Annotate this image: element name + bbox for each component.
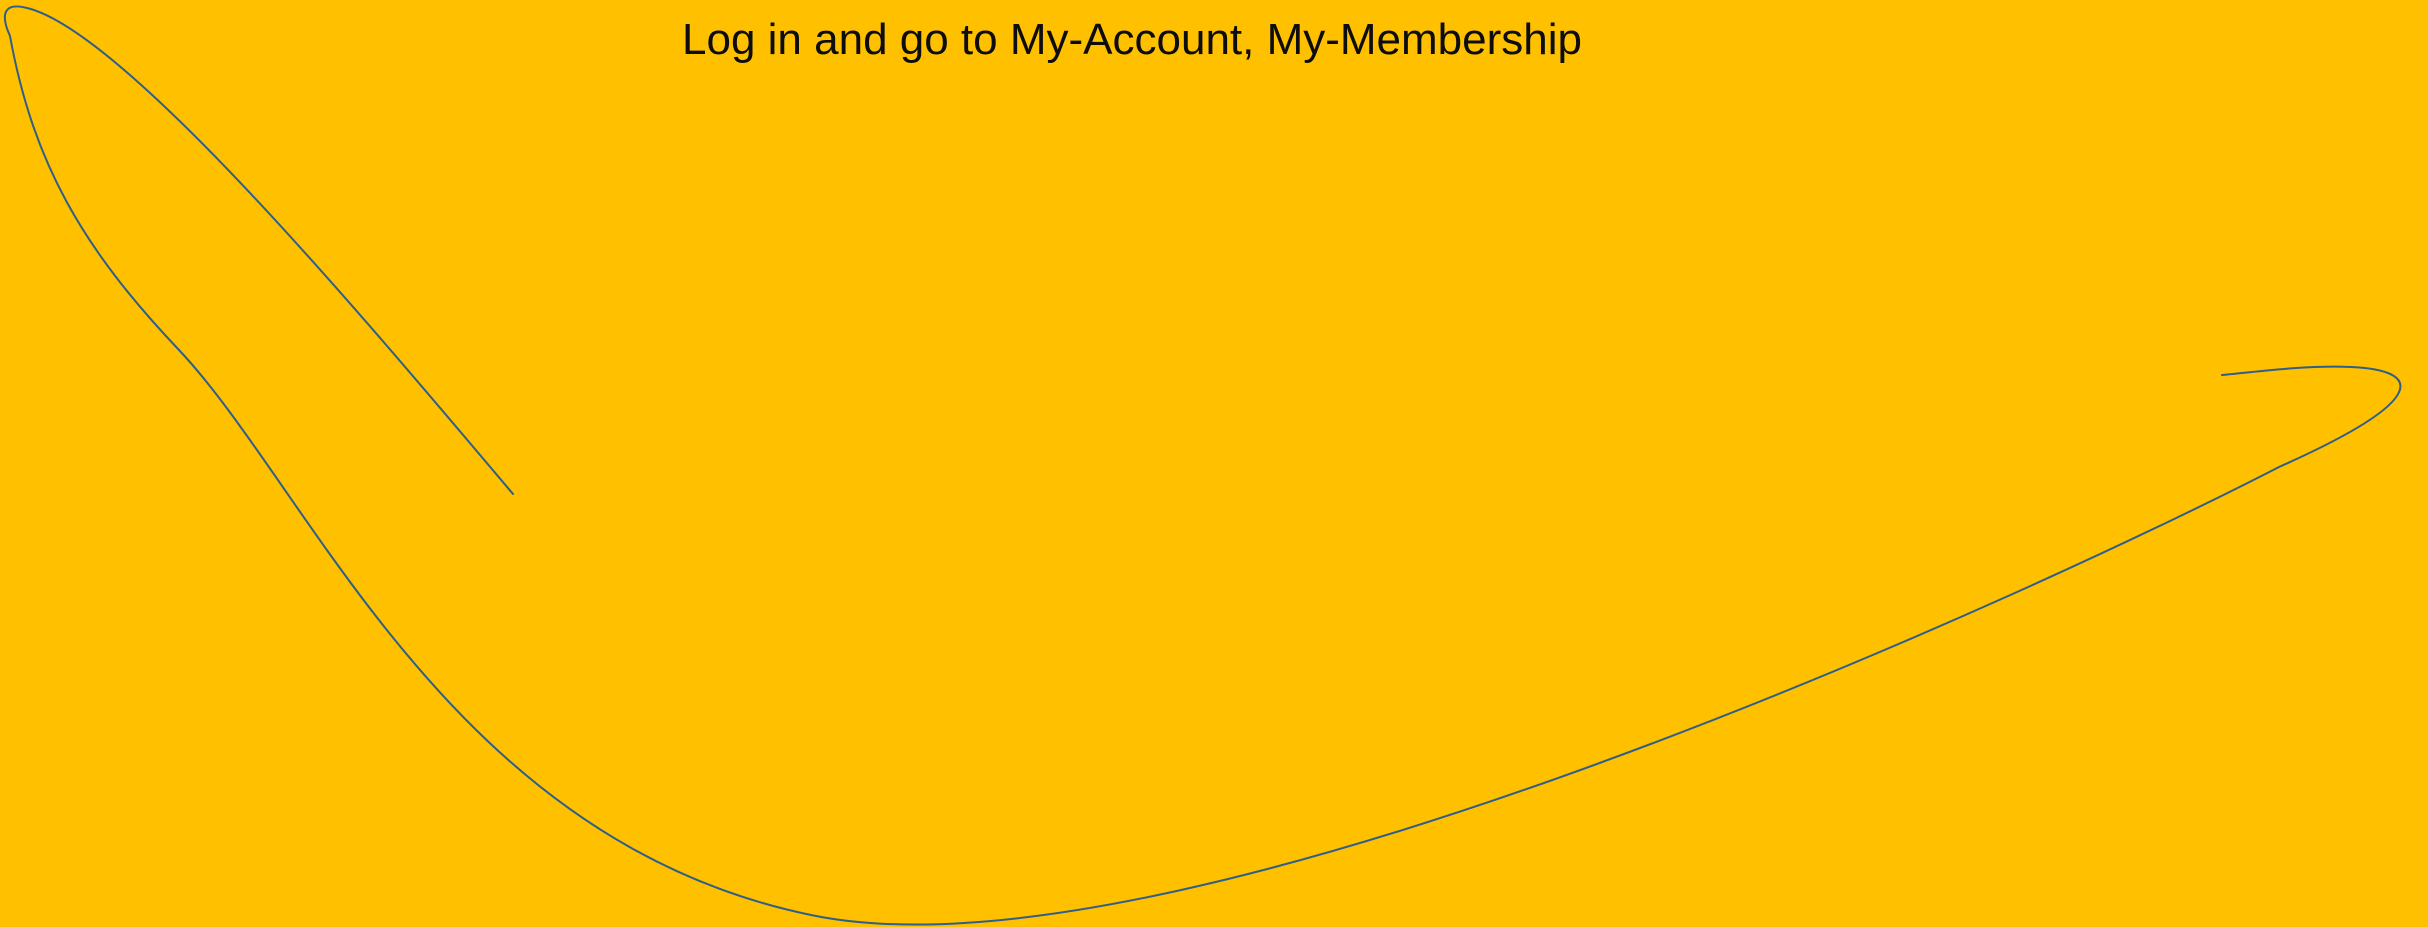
partial-top-text bbox=[680, 0, 1580, 9]
swoosh-stroke bbox=[3, 5, 2402, 926]
instruction-text: Log in and go to My-Account, My-Membersh… bbox=[682, 15, 1582, 64]
slide-canvas: Log in and go to My-Account, My-Membersh… bbox=[0, 0, 2428, 927]
decorative-swoosh-graphic bbox=[3, 5, 2402, 926]
